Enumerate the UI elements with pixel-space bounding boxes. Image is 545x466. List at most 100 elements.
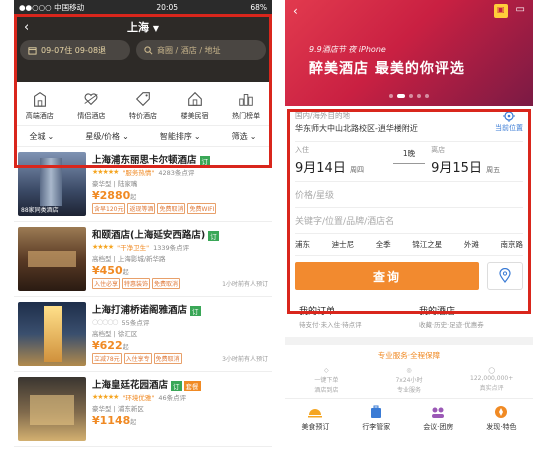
filter-more[interactable]: 筛选 ⌄ <box>232 131 257 142</box>
meeting-icon <box>432 407 445 418</box>
service-item: ◎ 7x24小时 专业服务 <box>379 367 439 394</box>
promo-tag: 免费WIFI <box>187 203 217 214</box>
date-picker[interactable]: 09-07住 09-08退 <box>20 40 130 60</box>
category-high-end[interactable]: 高端酒店 <box>15 90 65 121</box>
map-pin-icon <box>499 268 511 283</box>
hot-tag[interactable]: 全季 <box>376 239 391 250</box>
chevron-down-icon: ▼ <box>152 24 159 33</box>
promo-tag: 立减78元 <box>92 353 122 364</box>
hot-tags: 浦东 迪士尼 全季 锦江之星 外滩 南京路 <box>295 234 523 256</box>
review-quote: "干净卫生" <box>117 244 150 252</box>
back-icon[interactable]: ‹ <box>293 4 298 18</box>
current-location-label: 当前位置 <box>495 124 523 132</box>
hot-tag[interactable]: 南京路 <box>500 239 523 250</box>
price-unit: 起 <box>122 269 129 276</box>
price-unit: 起 <box>130 419 137 426</box>
promo-banner[interactable]: ‹ ▣ ▭ 9.9酒店节 夜 iPhone 醉美酒店 最美的你评选 <box>285 0 533 106</box>
promo-tag: 免费取消 <box>153 353 182 364</box>
hotel-list-item[interactable]: 上海打浦桥诺阁雅酒店订 ○○○○○ 55条点评 高档型 | 徐汇区 ¥622起 立… <box>14 297 272 372</box>
price-unit: 起 <box>130 194 137 201</box>
hotel-price: ¥622起 <box>92 339 129 352</box>
nav-discover[interactable]: 发现·特色 <box>486 404 517 432</box>
shield-icon: ◇ <box>324 367 329 374</box>
hotel-list-item[interactable]: 和颐酒店(上海延安西路店) 订 ★★★★ "干净卫生" 1339条点评 高档型 | 上… <box>14 222 272 297</box>
destination-field[interactable]: 国内/海外目的地 华东师大中山北路校区-逍华楼附近 当前位置 <box>295 110 523 142</box>
category-couple[interactable]: 情侣酒店 <box>66 90 116 121</box>
nav-meeting[interactable]: 会议·团房 <box>423 404 453 432</box>
city-selector[interactable]: 上海 ▼ <box>127 19 159 35</box>
checkin-label: 入住 <box>295 146 309 154</box>
checkout-field[interactable]: 离店 9月15日 周五 <box>431 145 523 176</box>
category-label: 特价酒店 <box>128 112 157 120</box>
promo-tag: 含早120元 <box>92 203 126 214</box>
hot-tag[interactable]: 迪士尼 <box>332 239 355 250</box>
nav-luggage[interactable]: 行李管家 <box>362 404 390 432</box>
hotel-list-item[interactable]: 88家同类酒店 上海浦东丽思卡尔顿酒店订 ★★★★★ "服务热情" 4283条点评 … <box>14 147 272 222</box>
hot-tag[interactable]: 锦江之星 <box>412 239 442 250</box>
similar-hotels-caption: 88家同类酒店 <box>21 207 59 214</box>
city-label: 上海 <box>127 21 149 34</box>
building-icon <box>33 92 46 107</box>
filter-area[interactable]: 全城 ⌄ <box>30 131 55 142</box>
banner-subtitle: 9.9酒店节 夜 iPhone <box>309 45 386 54</box>
nav-label: 会议·团房 <box>423 423 454 431</box>
price-value: 1148 <box>99 414 131 427</box>
banner-nav: ‹ ▣ ▭ <box>285 0 533 22</box>
hotel-photo <box>18 227 86 291</box>
bookable-badge: 订 <box>171 380 182 391</box>
service-item-sub: 酒店到店 <box>314 387 339 394</box>
hot-tag[interactable]: 浦东 <box>295 239 310 250</box>
keyword-field[interactable]: 关键字/位置/品牌/酒店名 <box>295 208 523 234</box>
current-location-button[interactable]: 当前位置 <box>495 110 523 133</box>
food-icon <box>308 409 323 418</box>
category-homestay[interactable]: 楼美民宿 <box>170 90 220 121</box>
map-button[interactable] <box>487 262 523 290</box>
checkin-date: 9月14日 <box>295 161 346 176</box>
service-item: ◯ 122,000,000+ 真实点评 <box>462 367 522 394</box>
hotel-name: 上海打浦桥诺阁雅酒店订 <box>92 302 268 316</box>
category-label: 情侣酒店 <box>77 112 106 120</box>
promo-tag: 免费取消 <box>152 278 181 289</box>
my-orders-sub: 待支付·未入住·待点评 <box>299 321 362 329</box>
filter-label: 筛选 <box>231 131 248 141</box>
carousel-dots <box>285 94 533 98</box>
filter-star-price[interactable]: 星级/价格 ⌄ <box>85 131 128 142</box>
hotel-list-item[interactable]: 上海皇廷花园酒店订套餐 ★★★★★ "环境优雅" 46条点评 豪华型 | 浦东新区 … <box>14 372 272 447</box>
hotel-brand: 高档型 | 徐汇区 <box>92 330 138 338</box>
luggage-icon <box>371 405 382 418</box>
price-value: 622 <box>99 339 123 352</box>
hot-tag[interactable]: 外滩 <box>464 239 479 250</box>
destination-value: 华东师大中山北路校区-逍华楼附近 <box>295 124 418 133</box>
filter-label: 全城 <box>29 131 46 141</box>
checkin-field[interactable]: 入住 9月14日 周四 <box>295 145 387 176</box>
bottom-nav: 美食预订 行李管家 会议·团房 发现·特色 <box>285 399 533 437</box>
price-value: 2880 <box>99 189 131 202</box>
my-orders[interactable]: 我的订单 待支付·未入住·待点评 <box>299 304 399 329</box>
price-star-field[interactable]: 价格/星级 <box>295 182 523 208</box>
hotel-price: ¥450起 <box>92 264 129 277</box>
service-item-sub: 真实点评 <box>479 385 504 392</box>
back-icon[interactable]: ‹ <box>24 20 29 35</box>
search-button[interactable]: 查询 <box>295 262 479 290</box>
nav-food[interactable]: 美食预订 <box>301 404 329 432</box>
search-header: ‹ 上海 ▼ 09-07住 09-08退 商圈 / 酒店 / 地址 <box>14 14 272 82</box>
my-hotels[interactable]: 我的酒店 收藏·历史·足迹·优惠券 <box>419 304 519 329</box>
filter-sort[interactable]: 智能排序 ⌄ <box>160 131 201 142</box>
message-icon[interactable]: ▭ <box>516 4 525 18</box>
filter-label: 智能排序 <box>159 131 192 141</box>
hotel-price: ¥1148起 <box>92 414 137 427</box>
review-icon: ◯ <box>488 367 495 374</box>
date-selector[interactable]: 入住 9月14日 周四 1晚 离店 9月15日 周五 <box>295 142 523 182</box>
service-title: 专业服务·全程保障 <box>377 351 441 360</box>
my-hotels-title: 我的酒店 <box>419 307 456 317</box>
hotel-price: ¥2880起 <box>92 189 137 202</box>
checkin-weekday: 周四 <box>349 166 364 174</box>
status-bar: ●●○○○ 中国移动 20:05 68% <box>14 0 272 14</box>
search-input[interactable]: 商圈 / 酒店 / 地址 <box>136 40 266 60</box>
checkout-date: 9月15日 <box>431 161 482 176</box>
promo-tag: 特惠装饰 <box>122 278 151 289</box>
gift-icon[interactable]: ▣ <box>493 4 508 18</box>
category-discount[interactable]: 特价酒店 <box>118 90 168 121</box>
category-ranking[interactable]: 热门榜单 <box>221 90 271 121</box>
package-badge: 套餐 <box>183 380 201 391</box>
